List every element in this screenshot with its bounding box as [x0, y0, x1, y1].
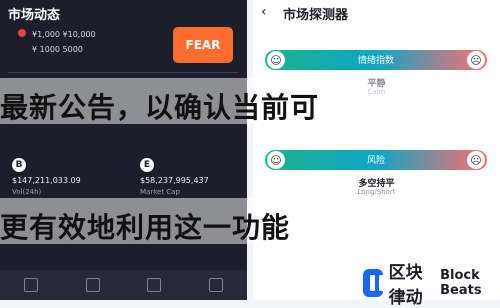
market-icon[interactable] [85, 278, 100, 292]
sentiment-bar: ☺ 情绪指数 ☹ [265, 50, 487, 70]
back-arrow-icon[interactable]: ‹ [261, 4, 267, 20]
stat-value-2: $58,237,995,437 [140, 176, 209, 185]
stat-sub-2: Market Cap [140, 188, 180, 196]
bottom-nav [0, 270, 247, 300]
sentiment-bar-label: 情绪指数 [357, 56, 394, 66]
long-short-bar: ☺ 风险 ☹ [265, 150, 487, 170]
sad-face-icon: ☹ [467, 51, 485, 69]
stat-sub-1: Vol(24h) [12, 188, 42, 196]
brand-mark-icon [363, 269, 384, 297]
page-title: 市场动态 [8, 8, 61, 23]
brand-logo: 区块律动 Block Beats [363, 258, 500, 308]
sad-face-icon: ☹ [467, 151, 485, 169]
profile-icon[interactable] [209, 278, 224, 292]
news-icon[interactable] [147, 278, 162, 292]
brand-name-cn: 区块律动 [388, 263, 423, 308]
divider [8, 72, 239, 73]
fear-badge[interactable]: FEAR [173, 27, 233, 63]
amount-line-1: ¥1,000 ¥10,000 [32, 30, 96, 39]
long-short-sub: Long/Short [357, 188, 396, 196]
overlay-text-1: 最新公告，以确认当前可 [0, 91, 320, 124]
brand-name-en: Block Beats [440, 268, 482, 298]
ethereum-icon: E [140, 158, 154, 172]
bitcoin-icon: B [12, 158, 26, 172]
amount-line-2: ¥ 1000 5000 [32, 45, 83, 54]
page-title: 市场探测器 [283, 8, 349, 23]
home-icon[interactable] [23, 278, 38, 292]
stat-value-1: $147,211,033.09 [12, 176, 81, 185]
status-dot [18, 29, 26, 37]
market-dynamics-panel: 市场动态 ¥1,000 ¥10,000 ¥ 1000 5000 FEAR B E… [0, 0, 247, 300]
market-detector-panel: ‹ 市场探测器 ☺ 情绪指数 ☹ 平静 Calm ☺ 风险 ☹ 多空持平 Lon… [253, 0, 500, 300]
long-short-bar-label: 风险 [366, 156, 385, 166]
overlay-text-2: 更有效地利用这一功能 [0, 211, 291, 244]
